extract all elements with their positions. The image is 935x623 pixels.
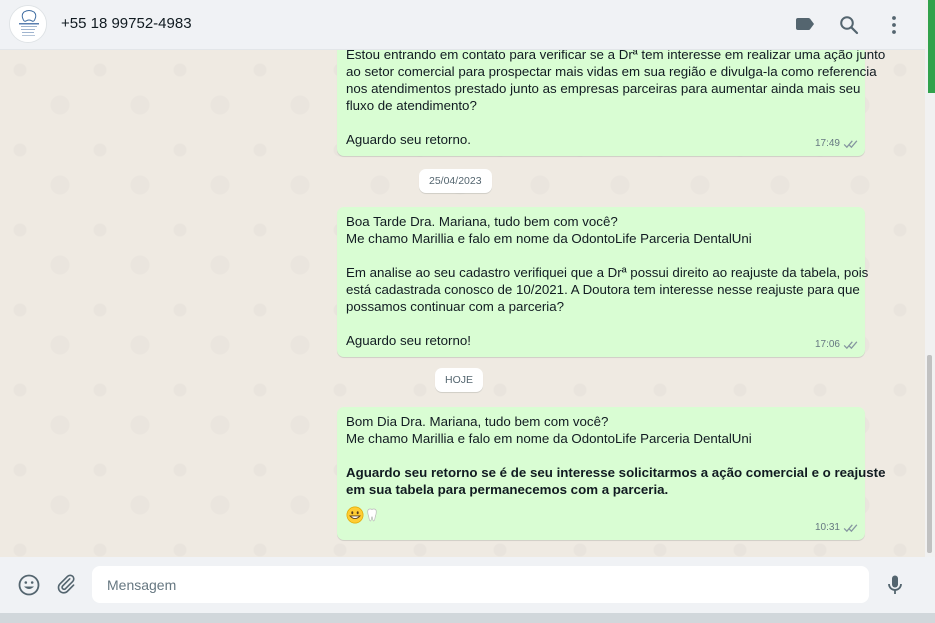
chat-area: Estou entrando em contato para verificar… [0,50,925,557]
microphone-icon[interactable] [883,573,907,597]
grinning-face-icon [346,506,364,524]
emoji-icon[interactable] [17,573,41,597]
message-input[interactable] [92,566,869,603]
message-line: Estou entrando em contato para verificar… [346,50,886,62]
date-label: HOJE [445,374,474,386]
message-time: 10:31 [814,522,840,533]
message-bold-line: em sua tabela para permanecemos com a pa… [346,482,669,497]
double-check-icon [843,340,858,349]
label-icon[interactable] [793,13,817,37]
contact-avatar[interactable] [9,5,47,43]
message-composer [0,557,935,613]
window-bottom-edge [0,613,935,623]
message-line: está cadastrada conosco de 10/2021. A Do… [346,282,860,297]
tooth-icon [367,508,377,522]
double-check-icon [843,139,858,148]
date-separator: HOJE [435,368,484,392]
message-line: possamos continuar com a parceria? [346,299,565,314]
message-line: Bom Dia Dra. Mariana, tudo bem com você? [346,414,609,429]
message-meta: 10:31 [815,519,858,536]
message-bold-line: Aguardo seu retorno se é de seu interess… [346,465,886,480]
double-check-icon [843,523,858,532]
message-line [346,114,856,131]
message-bubble-3[interactable]: Bom Dia Dra. Mariana, tudo bem com você?… [337,407,886,540]
message-line: fluxo de atendimento? [346,98,477,113]
contact-phone[interactable]: +55 18 99752-4983 [61,15,192,32]
scroll-accent-bar [928,0,935,93]
message-line [346,447,856,464]
message-meta: 17:06 [815,336,858,353]
message-line [346,247,856,264]
date-separator: 25/04/2023 [419,169,492,193]
message-bubble-2[interactable]: Boa Tarde Dra. Mariana, tudo bem com voc… [337,207,869,357]
message-line: Me chamo Marillia e falo em nome da Odon… [346,431,752,446]
message-line: Em analise ao seu cadastro verifiquei qu… [346,265,869,280]
message-line: nos atendimentos prestado junto as empre… [346,81,861,96]
attach-icon[interactable] [54,573,78,597]
message-time: 17:49 [814,138,840,149]
search-icon[interactable] [837,13,861,37]
message-line [346,315,856,332]
message-meta: 17:49 [815,135,858,152]
dental-logo-icon [10,6,46,42]
menu-icon[interactable] [882,13,906,37]
message-line: Aguardo seu retorno. [346,132,471,147]
emoji-row [346,504,856,526]
message-time: 17:06 [814,339,840,350]
message-bubble-1[interactable]: Estou entrando em contato para verificar… [337,50,886,156]
message-line: Me chamo Marillia e falo em nome da Odon… [346,231,752,246]
date-label: 25/04/2023 [429,175,482,187]
message-line: Aguardo seu retorno! [346,333,471,348]
scrollbar-thumb[interactable] [927,355,932,553]
message-line: Boa Tarde Dra. Mariana, tudo bem com voc… [346,214,618,229]
chat-header: +55 18 99752-4983 [0,0,925,50]
message-line: ao setor comercial para prospectar mais … [346,64,877,79]
